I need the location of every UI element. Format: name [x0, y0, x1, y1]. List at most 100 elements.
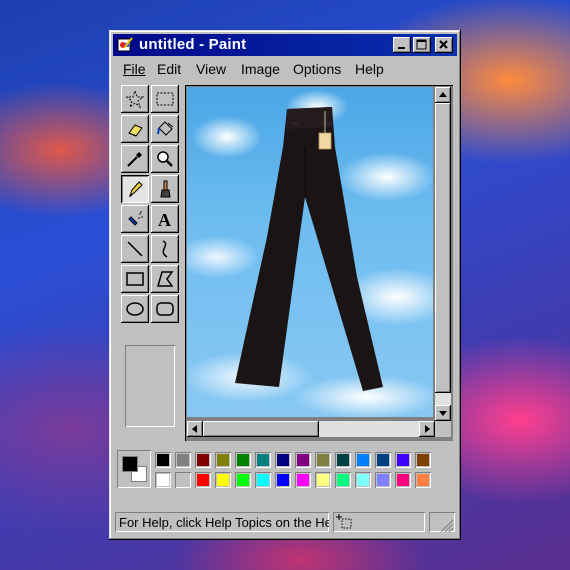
palette-color-fill [337, 454, 349, 466]
tool-rectangle-select[interactable] [151, 85, 179, 113]
tool-rectangle[interactable] [121, 265, 149, 293]
current-colors[interactable] [117, 450, 151, 488]
title-bar[interactable]: untitled - Paint [113, 34, 457, 56]
palette-color-swatch[interactable] [235, 452, 251, 468]
status-coordinates [333, 512, 425, 532]
minimize-icon [398, 47, 405, 49]
palette-color-swatch[interactable] [195, 472, 211, 488]
palette-color-fill [317, 474, 329, 486]
palette-color-fill [377, 454, 389, 466]
palette-color-swatch[interactable] [335, 452, 351, 468]
tool-eraser[interactable] [121, 115, 149, 143]
palette-color-swatch[interactable] [235, 472, 251, 488]
palette-color-fill [357, 474, 369, 486]
arrow-right-icon [425, 425, 430, 433]
scroll-up-button[interactable] [435, 87, 451, 103]
palette-color-fill [297, 474, 309, 486]
horizontal-scrollbar[interactable] [187, 421, 435, 437]
palette-color-swatch[interactable] [295, 452, 311, 468]
palette-color-swatch[interactable] [275, 452, 291, 468]
tool-brush[interactable] [151, 175, 179, 203]
palette-color-swatch[interactable] [315, 472, 331, 488]
palette-color-fill [417, 474, 429, 486]
menu-image[interactable]: Image [241, 61, 280, 77]
tool-pick-color[interactable] [121, 145, 149, 173]
magnifier-icon [157, 151, 173, 167]
palette-color-swatch[interactable] [315, 452, 331, 468]
tool-text[interactable]: A [151, 205, 179, 233]
palette-color-fill [397, 474, 409, 486]
tool-pencil[interactable] [121, 175, 149, 203]
arrow-down-icon [439, 411, 447, 416]
paint-window: untitled - Paint File Edit View Image Op… [109, 30, 461, 540]
palette-color-fill [157, 474, 169, 486]
palette-color-swatch[interactable] [335, 472, 351, 488]
palette-color-swatch[interactable] [175, 472, 191, 488]
vertical-scrollbar[interactable] [435, 87, 451, 421]
rect-select-icon [156, 92, 174, 106]
palette-color-swatch[interactable] [215, 472, 231, 488]
star-select-icon [125, 89, 145, 109]
palette-color-fill [377, 474, 389, 486]
menu-edit[interactable]: Edit [157, 61, 181, 77]
palette-color-swatch[interactable] [215, 452, 231, 468]
palette-color-fill [177, 474, 189, 486]
palette-color-fill [157, 454, 169, 466]
palette-color-swatch[interactable] [415, 472, 431, 488]
palette-color-swatch[interactable] [195, 452, 211, 468]
drawing-canvas[interactable] [187, 87, 433, 417]
scroll-corner [435, 421, 451, 437]
vertical-scroll-thumb[interactable] [435, 103, 451, 393]
menu-options[interactable]: Options [293, 61, 341, 77]
status-resize-grip[interactable] [429, 512, 455, 533]
tool-polygon[interactable] [151, 265, 179, 293]
palette-color-swatch[interactable] [295, 472, 311, 488]
palette-color-swatch[interactable] [395, 472, 411, 488]
palette-color-swatch[interactable] [355, 472, 371, 488]
polygon-icon [157, 271, 174, 287]
tool-free-form-select[interactable] [121, 85, 149, 113]
palette-color-swatch[interactable] [155, 472, 171, 488]
palette-color-fill [217, 454, 229, 466]
menu-file[interactable]: File [123, 61, 146, 77]
tool-rounded-rectangle[interactable] [151, 295, 179, 323]
close-button[interactable] [435, 37, 453, 53]
menu-image-label: Image [241, 61, 280, 77]
line-icon [127, 241, 143, 257]
palette-color-fill [357, 454, 369, 466]
palette-color-swatch[interactable] [355, 452, 371, 468]
tool-curve[interactable] [151, 235, 179, 263]
scroll-left-button[interactable] [187, 421, 203, 437]
status-bar: For Help, click Help Topics on the Help … [115, 510, 455, 534]
text-icon: A [158, 210, 171, 229]
menu-view[interactable]: View [196, 61, 226, 77]
tool-line[interactable] [121, 235, 149, 263]
tool-magnifier[interactable] [151, 145, 179, 173]
palette-color-swatch[interactable] [275, 472, 291, 488]
palette-color-swatch[interactable] [255, 452, 271, 468]
tool-ellipse[interactable] [121, 295, 149, 323]
tool-fill-with-color[interactable] [151, 115, 179, 143]
palette-color-swatch[interactable] [375, 452, 391, 468]
maximize-button[interactable] [413, 37, 431, 53]
menu-bar: File Edit View Image Options Help [113, 58, 457, 80]
palette-color-swatch[interactable] [375, 472, 391, 488]
palette-color-swatch[interactable] [255, 472, 271, 488]
palette-color-swatch[interactable] [155, 452, 171, 468]
palette-color-swatch[interactable] [415, 452, 431, 468]
minimize-button[interactable] [393, 37, 411, 53]
scroll-right-button[interactable] [419, 421, 435, 437]
canvas-area [185, 85, 453, 441]
horizontal-scroll-thumb[interactable] [203, 421, 319, 437]
status-help-text: For Help, click Help Topics on the Help … [115, 512, 329, 532]
palette-color-fill [217, 474, 229, 486]
palette-color-swatch[interactable] [395, 452, 411, 468]
scroll-down-button[interactable] [435, 405, 451, 421]
palette-color-fill [337, 474, 349, 486]
palette-color-swatch[interactable] [175, 452, 191, 468]
tool-options-box[interactable] [125, 345, 175, 427]
tool-airbrush[interactable] [121, 205, 149, 233]
menu-help[interactable]: Help [355, 61, 384, 77]
palette-color-fill [277, 454, 289, 466]
eyedropper-icon [127, 152, 142, 167]
